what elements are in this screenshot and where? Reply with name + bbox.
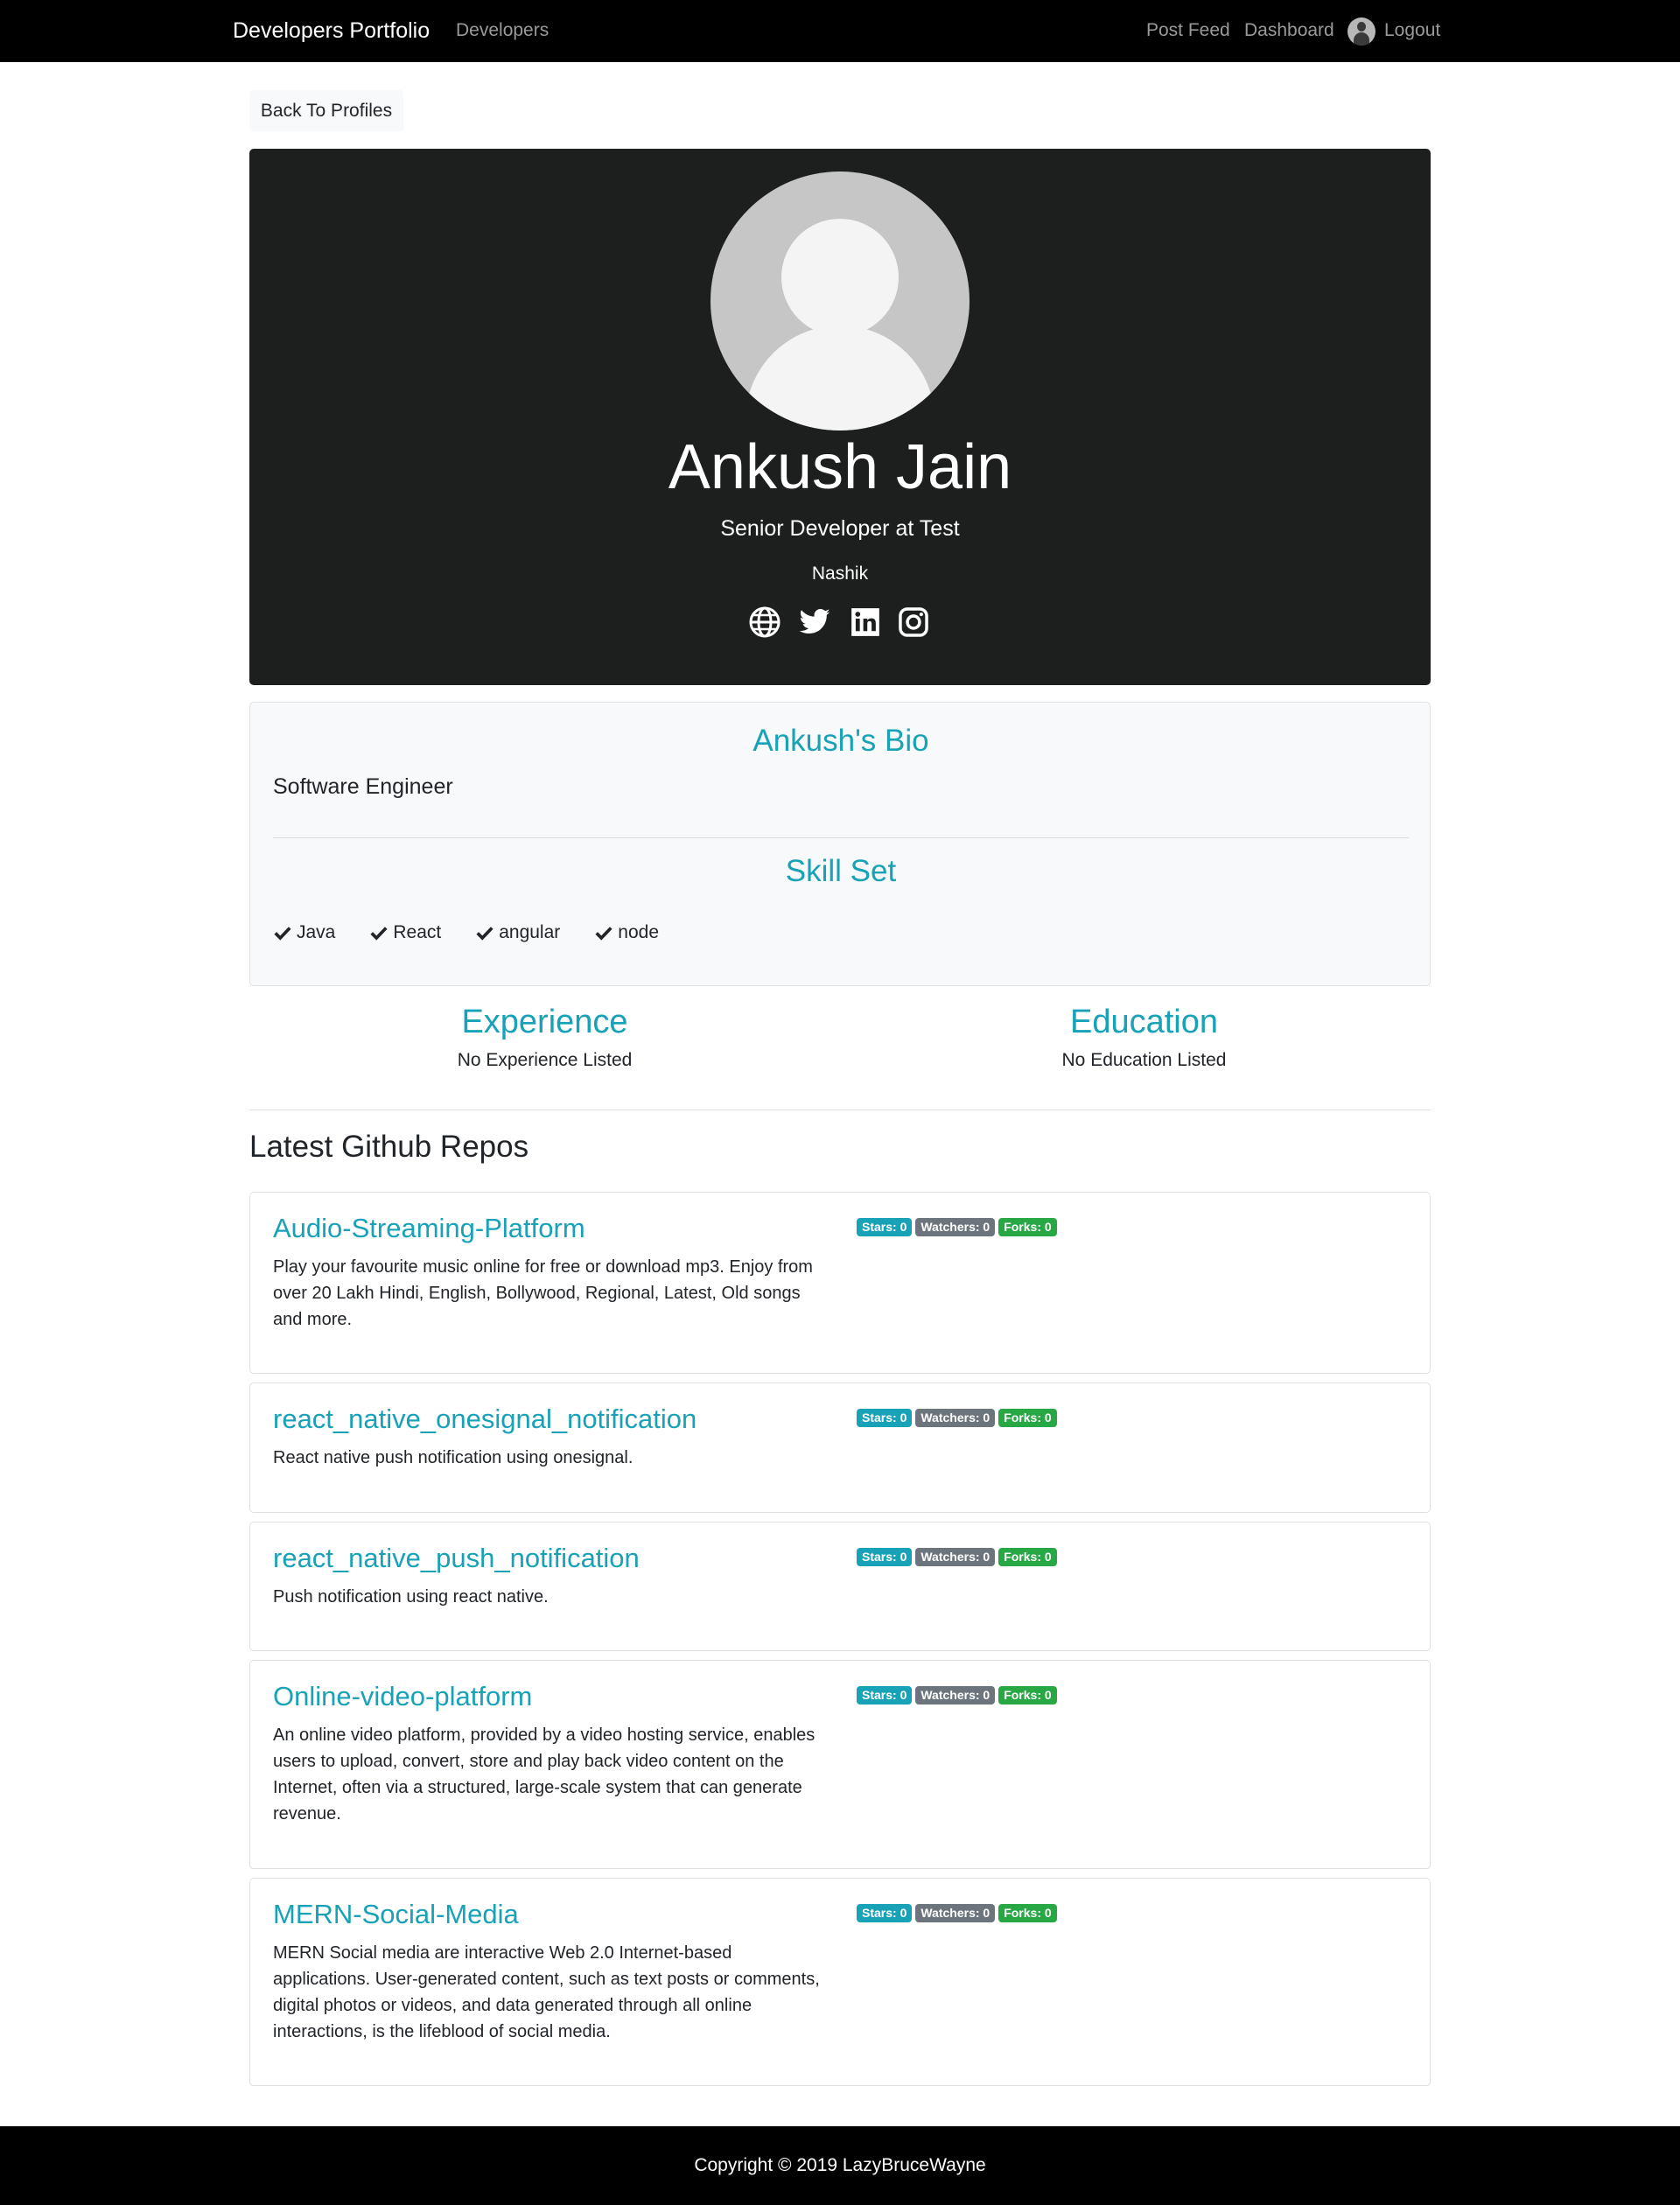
repo-name-link[interactable]: Audio-Streaming-Platform [273, 1212, 585, 1245]
repo-card: react_native_onesignal_notification Reac… [249, 1382, 1431, 1513]
education-empty-text: No Education Listed [1061, 1050, 1227, 1070]
divider [273, 837, 1409, 838]
footer: Copyright © 2019 LazyBruceWayne [0, 2126, 1680, 2205]
repo-description: An online video platform, provided by a … [273, 1726, 816, 1824]
navbar: Developers Portfolio Developers Post Fee… [0, 0, 1680, 62]
skill-label: angular [499, 922, 561, 942]
globe-icon[interactable] [748, 606, 781, 639]
nav-dashboard-link[interactable]: Dashboard [1244, 18, 1334, 43]
stars-badge: Stars: 0 [857, 1218, 913, 1236]
nav-developers-link[interactable]: Developers [456, 18, 549, 43]
education-heading: Education [1069, 1004, 1218, 1040]
repo-description: Play your favourite music online for fre… [273, 1257, 813, 1329]
twitter-icon[interactable] [798, 606, 831, 639]
skill-label: React [393, 922, 442, 942]
repo-description: MERN Social media are interactive Web 2.… [273, 1943, 820, 2041]
copyright-text: Copyright © 2019 LazyBruceWayne [694, 2155, 986, 2175]
experience-heading: Experience [461, 1004, 628, 1040]
repo-card: MERN-Social-Media MERN Social media are … [249, 1878, 1431, 2086]
profile-avatar [710, 172, 970, 430]
forks-badge: Forks: 0 [998, 1686, 1057, 1704]
forks-badge: Forks: 0 [998, 1548, 1057, 1566]
skill-list: Java React angular node [273, 920, 693, 945]
repo-description: Push notification using react native. [273, 1587, 549, 1606]
experience-empty-text: No Experience Listed [457, 1050, 633, 1070]
check-icon [274, 927, 291, 941]
repo-badges: Stars: 0 Watchers: 0 Forks: 0 [857, 1218, 1060, 1236]
back-to-profiles-button[interactable]: Back To Profiles [249, 90, 403, 131]
forks-badge: Forks: 0 [998, 1409, 1057, 1427]
watchers-badge: Watchers: 0 [915, 1218, 996, 1236]
profile-name: Ankush Jain [668, 432, 1012, 502]
repo-name-link[interactable]: react_native_onesignal_notification [273, 1403, 696, 1436]
user-avatar[interactable] [1348, 18, 1376, 46]
profile-title: Senior Developer at Test [720, 516, 960, 541]
watchers-badge: Watchers: 0 [915, 1904, 996, 1922]
bio-card: Ankush's Bio Software Engineer Skill Set… [249, 702, 1431, 986]
repo-badges: Stars: 0 Watchers: 0 Forks: 0 [857, 1409, 1060, 1427]
watchers-badge: Watchers: 0 [915, 1686, 996, 1704]
bio-text: Software Engineer [273, 774, 453, 799]
stars-badge: Stars: 0 [857, 1686, 913, 1704]
stars-badge: Stars: 0 [857, 1548, 913, 1566]
repo-description: React native push notification using one… [273, 1448, 634, 1467]
linkedin-icon[interactable] [849, 606, 882, 639]
repo-name-link[interactable]: Online-video-platform [273, 1680, 532, 1713]
repo-card: Online-video-platform An online video pl… [249, 1660, 1431, 1869]
watchers-badge: Watchers: 0 [915, 1548, 996, 1566]
skill-item: React [369, 920, 441, 945]
repo-badges: Stars: 0 Watchers: 0 Forks: 0 [857, 1686, 1060, 1704]
forks-badge: Forks: 0 [998, 1218, 1057, 1236]
skill-set-heading: Skill Set [785, 854, 897, 888]
repo-name-link[interactable]: react_native_push_notification [273, 1542, 640, 1575]
skill-label: Java [297, 922, 336, 942]
brand-link[interactable]: Developers Portfolio [233, 18, 430, 45]
stars-badge: Stars: 0 [857, 1904, 913, 1922]
repo-card: Audio-Streaming-Platform Play your favou… [249, 1192, 1431, 1374]
skill-item: node [594, 920, 659, 945]
forks-badge: Forks: 0 [998, 1904, 1057, 1922]
repo-name-link[interactable]: MERN-Social-Media [273, 1898, 519, 1931]
profile-location: Nashik [811, 564, 869, 584]
skill-item: angular [475, 920, 560, 945]
repo-card: react_native_push_notification Push noti… [249, 1522, 1431, 1651]
repo-badges: Stars: 0 Watchers: 0 Forks: 0 [857, 1548, 1060, 1566]
instagram-icon[interactable] [897, 606, 930, 639]
nav-logout-link[interactable]: Logout [1384, 18, 1440, 43]
stars-badge: Stars: 0 [857, 1409, 913, 1427]
repo-badges: Stars: 0 Watchers: 0 Forks: 0 [857, 1904, 1060, 1922]
watchers-badge: Watchers: 0 [915, 1409, 996, 1427]
profile-header: Ankush Jain Senior Developer at Test Nas… [249, 149, 1431, 685]
bio-heading: Ankush's Bio [752, 724, 929, 758]
skill-item: Java [273, 920, 335, 945]
check-icon [595, 927, 612, 941]
skill-label: node [618, 922, 659, 942]
repos-heading: Latest Github Repos [249, 1130, 529, 1164]
check-icon [476, 927, 494, 941]
nav-post-feed-link[interactable]: Post Feed [1146, 18, 1230, 43]
check-icon [370, 927, 388, 941]
